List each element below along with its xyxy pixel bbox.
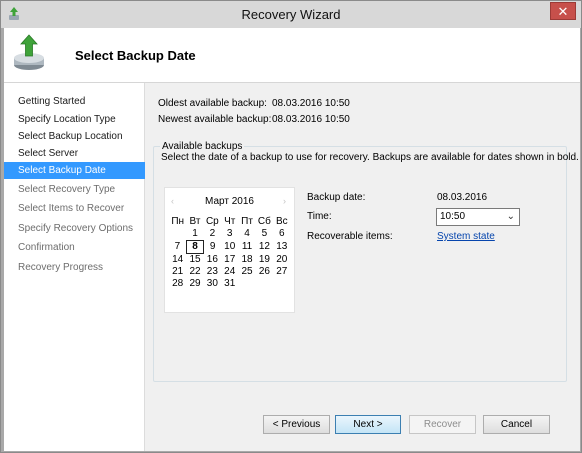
calendar-month-label[interactable]: Март 2016 — [165, 196, 294, 207]
calendar-day[interactable]: 2 — [204, 228, 221, 241]
nav-step-select-items-to-recover: Select Items to Recover — [18, 203, 125, 214]
calendar-day[interactable]: 22 — [186, 266, 203, 278]
calendar-day[interactable]: 30 — [204, 278, 221, 290]
oldest-backup-label: Oldest available backup: — [158, 98, 267, 109]
nav-step-getting-started: Getting Started — [18, 96, 86, 107]
previous-button[interactable]: < Previous — [263, 415, 330, 434]
calendar-week-row: 28 29 30 31 — [169, 278, 291, 290]
title-bar: Recovery Wizard ✕ — [1, 1, 581, 28]
nav-step-select-backup-location: Select Backup Location — [18, 131, 123, 142]
weekday-label: Сб — [257, 216, 271, 227]
newest-backup-value: 08.03.2016 10:50 — [272, 114, 350, 125]
calendar-day[interactable]: 13 — [273, 241, 290, 254]
weekday-label: Вс — [275, 216, 288, 227]
page-title: Select Backup Date — [75, 48, 196, 63]
calendar-day[interactable]: 3 — [221, 228, 238, 241]
calendar-day[interactable]: 29 — [186, 278, 203, 290]
calendar-day[interactable]: 18 — [238, 254, 255, 267]
time-select[interactable]: 10:50 ⌄ — [436, 208, 520, 226]
wizard-main-panel: Oldest available backup: 08.03.2016 10:5… — [145, 83, 580, 451]
weekday-label: Ср — [205, 216, 219, 227]
calendar-day[interactable]: 14 — [169, 254, 186, 267]
calendar-day — [169, 228, 186, 241]
calendar-day — [256, 278, 273, 290]
calendar-day[interactable]: 16 — [204, 254, 221, 267]
calendar-day[interactable]: 9 — [204, 241, 221, 254]
backup-date-value: 08.03.2016 — [437, 192, 488, 203]
calendar-week-row: 1 2 3 4 5 6 — [169, 228, 291, 241]
time-label: Time: — [307, 211, 332, 222]
available-backups-description: Select the date of a backup to use for r… — [161, 152, 579, 163]
nav-step-confirmation: Confirmation — [18, 242, 75, 253]
recoverable-items-link[interactable]: System state — [437, 231, 495, 242]
calendar-day[interactable]: 21 — [169, 266, 186, 278]
calendar-day[interactable]: 25 — [238, 266, 255, 278]
weekday-label: Вт — [189, 216, 201, 227]
nav-step-select-recovery-type: Select Recovery Type — [18, 184, 116, 195]
calendar-day — [273, 278, 290, 290]
calendar-day[interactable]: 15 — [186, 254, 203, 267]
calendar-day[interactable]: 28 — [169, 278, 186, 290]
calendar-day[interactable]: 24 — [221, 266, 238, 278]
next-button[interactable]: Next > — [335, 415, 401, 434]
recovery-wizard-window: Recovery Wizard ✕ Select Backup Date Get… — [0, 0, 582, 453]
calendar-day[interactable]: 6 — [273, 228, 290, 241]
nav-step-specify-location-type: Specify Location Type — [18, 114, 116, 125]
calendar-day[interactable]: 27 — [273, 266, 290, 278]
calendar-header: ‹ Март 2016 › — [165, 196, 294, 210]
calendar-day — [238, 278, 255, 290]
weekday-label: Пт — [241, 216, 253, 227]
newest-backup-label: Newest available backup: — [158, 114, 272, 125]
oldest-backup-value: 08.03.2016 10:50 — [272, 98, 350, 109]
time-select-value: 10:50 — [440, 211, 466, 222]
calendar-day[interactable]: 11 — [238, 241, 255, 254]
window-title: Recovery Wizard — [241, 7, 341, 22]
available-backups-group: Available backups Select the date of a b… — [153, 141, 579, 382]
nav-step-recovery-progress: Recovery Progress — [18, 262, 104, 273]
calendar-week-row: 14 15 16 17 18 19 20 — [169, 254, 291, 267]
calendar-week-row: 21 22 23 24 25 26 27 — [169, 266, 291, 278]
backup-date-label: Backup date: — [307, 192, 366, 203]
close-button[interactable]: ✕ — [550, 2, 576, 20]
wizard-content: Getting Started Specify Location Type Se… — [4, 83, 580, 451]
weekday-label: Чт — [224, 216, 236, 227]
wizard-header: Select Backup Date — [4, 28, 580, 83]
weekday-label: Пн — [171, 216, 185, 227]
calendar-day[interactable]: 7 — [169, 241, 186, 254]
calendar-day[interactable]: 5 — [256, 228, 273, 241]
nav-step-select-backup-date: Select Backup Date — [4, 162, 145, 179]
calendar-day[interactable]: 4 — [238, 228, 255, 241]
calendar-day[interactable]: 19 — [256, 254, 273, 267]
calendar-day[interactable]: 17 — [221, 254, 238, 267]
backup-restore-icon — [14, 34, 44, 70]
cancel-button[interactable]: Cancel — [483, 415, 550, 434]
recover-button[interactable]: Recover — [409, 415, 476, 434]
nav-step-select-server: Select Server — [18, 148, 79, 159]
calendar-day[interactable]: 26 — [256, 266, 273, 278]
recoverable-items-label: Recoverable items: — [307, 231, 393, 242]
calendar-day-selected[interactable]: 8 — [185, 240, 205, 254]
calendar-day[interactable]: 31 — [221, 278, 238, 290]
calendar-grid: Пн Вт Ср Чт Пт Сб Вс 1 2 3 4 5 6 7 8 9 1… — [169, 216, 291, 290]
calendar-week-row: 7 8 9 10 11 12 13 — [169, 240, 291, 254]
wizard-steps-nav: Getting Started Specify Location Type Se… — [4, 83, 145, 451]
calendar-weekday-row: Пн Вт Ср Чт Пт Сб Вс — [169, 216, 291, 228]
backup-calendar[interactable]: ‹ Март 2016 › Пн Вт Ср Чт Пт Сб Вс 1 2 3… — [164, 187, 295, 313]
calendar-next-month-icon[interactable]: › — [283, 196, 286, 206]
calendar-day[interactable]: 20 — [273, 254, 290, 267]
nav-step-specify-recovery-options: Specify Recovery Options — [18, 223, 134, 234]
calendar-day[interactable]: 12 — [256, 241, 273, 254]
chevron-down-icon: ⌄ — [506, 211, 515, 222]
calendar-day[interactable]: 23 — [204, 266, 221, 278]
calendar-day[interactable]: 10 — [221, 241, 238, 254]
available-backups-legend: Available backups — [160, 141, 245, 152]
calendar-day[interactable]: 1 — [186, 228, 203, 241]
